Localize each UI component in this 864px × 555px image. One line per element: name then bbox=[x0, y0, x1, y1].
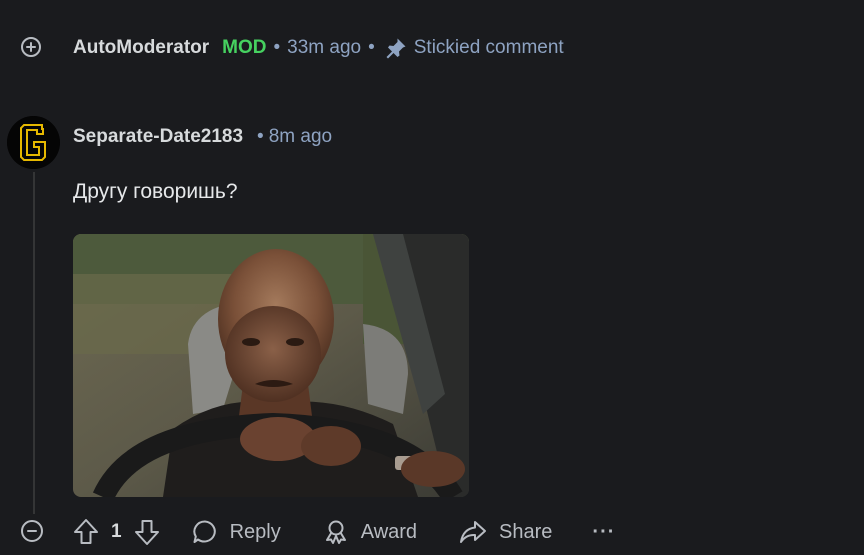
award-label: Award bbox=[360, 520, 418, 543]
award-button[interactable]: Award bbox=[323, 519, 417, 545]
separator-dot: • bbox=[273, 37, 281, 58]
separator-dot: • bbox=[368, 37, 375, 58]
comment-body: Другу говоришь? bbox=[73, 180, 238, 203]
sticky-timestamp[interactable]: 33m ago bbox=[287, 37, 361, 59]
comment-bubble-icon bbox=[192, 520, 216, 543]
expand-comment-icon[interactable] bbox=[21, 37, 41, 57]
vote-score: 1 bbox=[111, 521, 122, 542]
avatar[interactable] bbox=[7, 116, 60, 169]
more-options-button[interactable]: ··· bbox=[592, 521, 615, 544]
downvote-button[interactable] bbox=[134, 518, 160, 546]
comment-author-name[interactable]: Separate-Date2183 bbox=[73, 126, 243, 148]
pin-icon bbox=[384, 36, 408, 60]
sticky-comment-header: AutoModerator MOD • 33m ago • Stickied c… bbox=[73, 36, 564, 60]
comment-timestamp[interactable]: 8m ago bbox=[269, 126, 332, 148]
thread-line[interactable] bbox=[33, 172, 35, 514]
sticky-author-name[interactable]: AutoModerator bbox=[73, 37, 209, 59]
downvote-arrow-icon bbox=[134, 520, 159, 545]
upvote-button[interactable] bbox=[73, 518, 99, 546]
comment-action-bar: 1 Reply Award Share ··· bbox=[73, 516, 615, 548]
share-label: Share bbox=[499, 520, 553, 543]
collapse-comment-icon[interactable] bbox=[21, 520, 43, 542]
comment-gif[interactable] bbox=[73, 234, 469, 497]
comment-header: Separate-Date2183 • 8m ago bbox=[73, 125, 332, 149]
share-arrow-icon bbox=[460, 521, 487, 543]
award-icon bbox=[325, 520, 346, 544]
ellipsis-icon: ··· bbox=[592, 520, 616, 543]
avatar-g-icon bbox=[7, 116, 60, 169]
mod-badge: MOD bbox=[222, 37, 267, 58]
share-button[interactable]: Share bbox=[459, 519, 552, 545]
upvote-arrow-icon bbox=[74, 519, 98, 544]
reply-label: Reply bbox=[229, 520, 281, 543]
reply-button[interactable]: Reply bbox=[192, 519, 281, 545]
stickied-label: Stickied comment bbox=[413, 37, 564, 58]
separator-dot: • bbox=[257, 126, 264, 147]
